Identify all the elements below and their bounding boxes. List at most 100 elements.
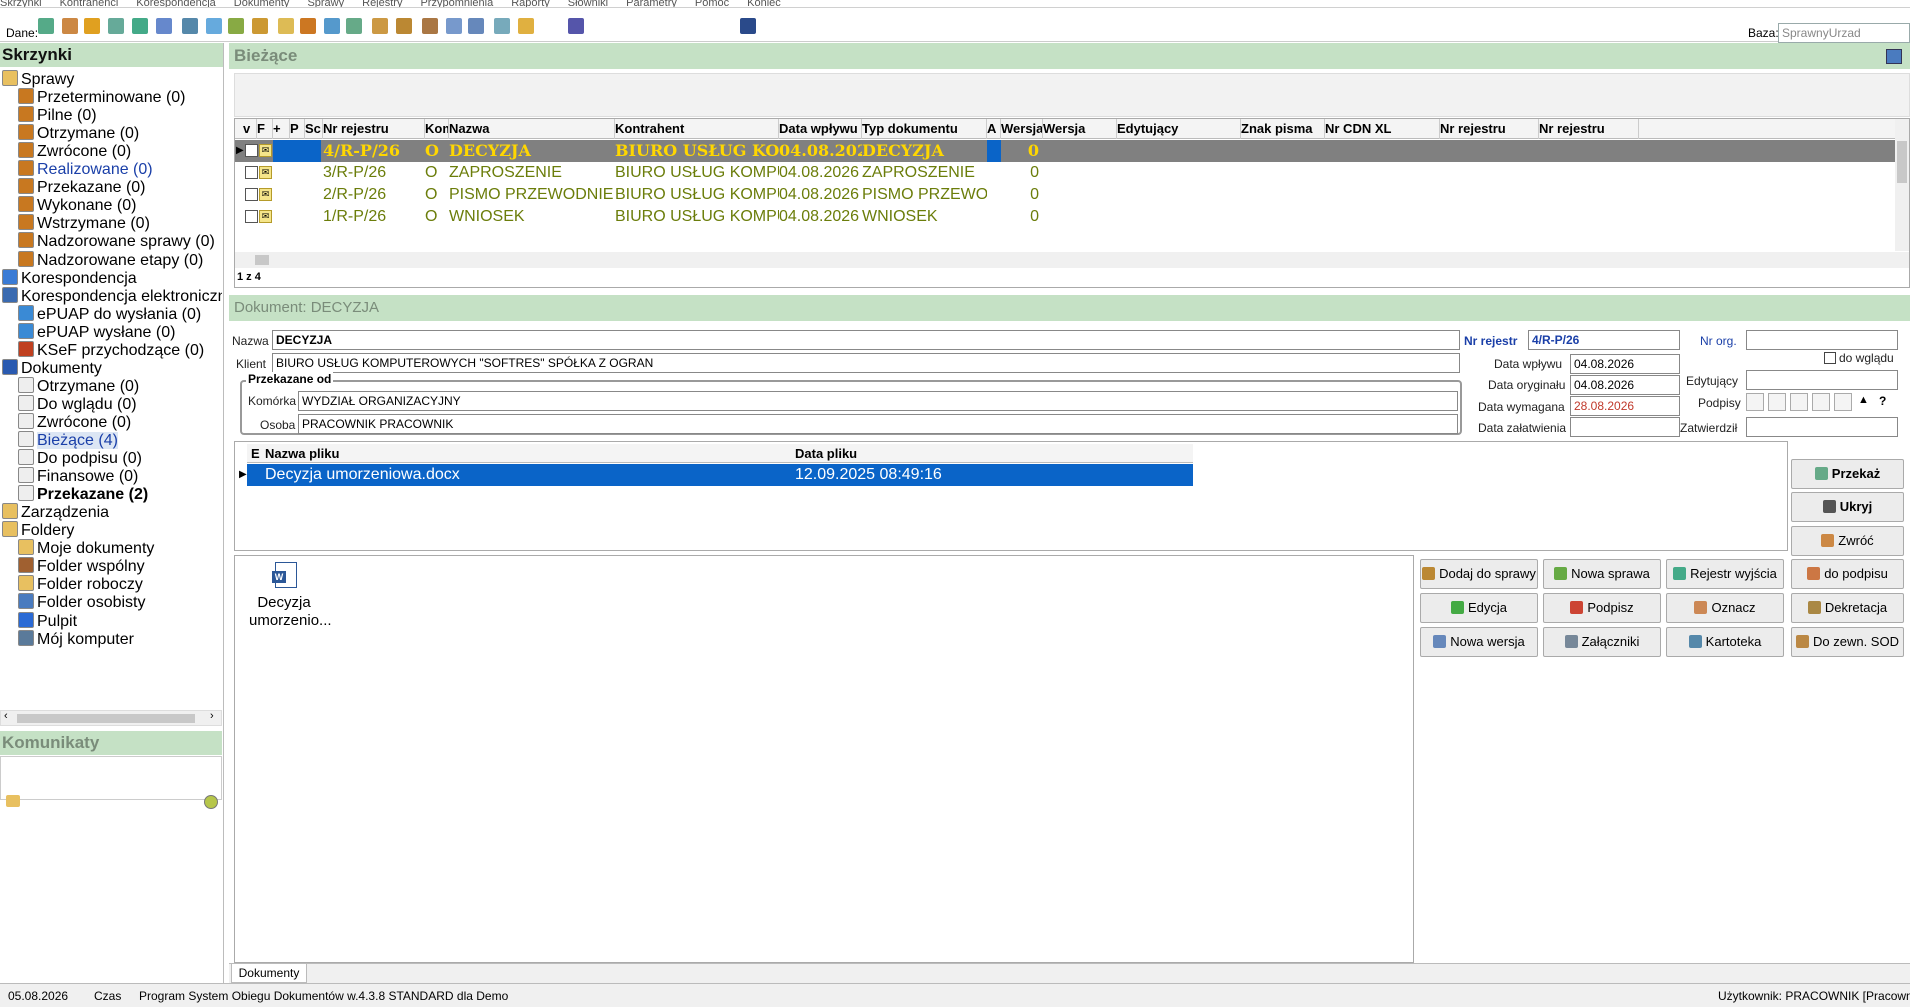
grid-vertical-scrollbar[interactable] [1895,119,1909,251]
grid-column-header[interactable]: Data wpływu [779,119,862,139]
toolbar-button-icon[interactable] [422,18,438,34]
menu-item[interactable]: Parametry [626,0,677,7]
nowa-wersja-button[interactable]: Nowa wersja [1420,627,1538,657]
tree-horizontal-scrollbar[interactable]: ‹ › [0,710,222,726]
tree-item[interactable]: Mój komputer [18,629,134,651]
grid-column-header[interactable]: Nr rejestru [1440,119,1539,139]
scroll-left-icon[interactable]: ‹ [4,710,8,722]
zalaczniki-button[interactable]: Załączniki [1543,627,1661,657]
word-document-icon[interactable]: W [272,562,297,588]
menu-item[interactable]: Korespondencja [136,0,216,7]
osoba-field[interactable]: PRACOWNIK PRACOWNIK [298,414,1458,434]
menu-item[interactable]: Słowniki [568,0,608,7]
ukryj-button[interactable]: Ukryj [1791,492,1904,522]
toolbar-button-icon[interactable] [132,18,148,34]
toolbar-button-icon[interactable] [182,18,198,34]
grid-column-header[interactable]: Edytujący [1117,119,1241,139]
grid-column-header[interactable]: Nr CDN XL [1325,119,1440,139]
row-checkbox[interactable] [245,210,258,223]
edycja-button[interactable]: Edycja [1420,593,1538,623]
toolbar-button-icon[interactable] [38,18,54,34]
toolbar-button-icon[interactable] [518,18,534,34]
toolbar-button-icon[interactable] [206,18,222,34]
grid-column-header[interactable]: Typ dokumentu [862,119,987,139]
row-checkbox[interactable] [245,144,258,157]
menu-item[interactable]: Koniec [747,0,781,7]
grid-column-header[interactable]: F [257,119,273,139]
scroll-thumb[interactable] [255,255,269,265]
podpis-slot-4[interactable] [1812,393,1830,411]
toolbar-button-icon[interactable] [278,18,294,34]
komunikaty-box[interactable] [0,756,222,800]
dodaj-do-sprawy-button[interactable]: Dodaj do sprawy [1420,559,1538,589]
grid-column-header[interactable]: Nr rejestru [323,119,425,139]
podpisz-button[interactable]: Podpisz [1543,593,1661,623]
toolbar-button-icon[interactable] [156,18,172,34]
podpis-slot-3[interactable] [1790,393,1808,411]
grid-horizontal-scrollbar[interactable] [235,252,1909,268]
podpis-slot-5[interactable] [1834,393,1852,411]
komorka-field[interactable]: WYDZIAŁ ORGANIZACYJNY [298,391,1458,411]
grid-column-header[interactable]: Znak pisma [1241,119,1325,139]
nr-rejestr-field[interactable]: 4/R-P/26 [1528,330,1680,350]
grid-column-header[interactable]: Sc [305,119,323,139]
grid-column-header[interactable]: P [290,119,305,139]
menu-item[interactable]: Przypomnienia [420,0,493,7]
podpis-slot-1[interactable] [1746,393,1764,411]
rejestr-wyjscia-button[interactable]: Rejestr wyjścia [1666,559,1784,589]
nowa-sprawa-button[interactable]: Nowa sprawa [1543,559,1661,589]
toolbar-button-icon[interactable] [372,18,388,34]
toolbar-button-icon[interactable] [396,18,412,34]
toolbar-button-icon[interactable] [252,18,268,34]
refresh-icon[interactable] [204,795,218,809]
help-icon[interactable]: ? [1879,394,1886,408]
grid-column-header[interactable]: + [273,119,290,139]
toolbar-button-icon[interactable] [84,18,100,34]
grid-column-header[interactable]: Wersja [1043,119,1117,139]
data-oryginalu-field[interactable]: 04.08.2026 [1570,375,1680,395]
toolbar-button-icon[interactable] [108,18,124,34]
grid-column-header[interactable]: Wersja [1001,119,1043,139]
scroll-thumb[interactable] [1897,141,1907,183]
do-zewn-sod-button[interactable]: Do zewn. SOD [1791,627,1904,657]
zatwierdzil-field[interactable] [1746,417,1898,437]
toolbar-button-icon[interactable] [324,18,340,34]
speaker-icon[interactable] [6,795,20,807]
settings-icon[interactable] [1886,49,1902,64]
table-row[interactable]: ✉ 1/R-P/26 O WNIOSEK BIURO USŁUG KOMPUTEROWY… [235,206,1895,228]
toolbar-button-icon[interactable] [228,18,244,34]
grid-column-header[interactable]: A [987,119,1001,139]
scroll-thumb[interactable] [17,714,195,723]
nazwa-field[interactable]: DECYZJA [272,330,1460,350]
tab-dokumenty[interactable]: Dokumenty [231,964,307,983]
binoculars-icon[interactable] [740,18,756,34]
table-row[interactable]: ✉ 2/R-P/26 O PISMO PRZEWODNIE BIURO USŁUG KO… [235,184,1895,206]
klient-field[interactable]: BIURO USŁUG KOMPUTEROWYCH "SOFTRES" SPÓŁ… [272,353,1460,373]
zwroc-button[interactable]: Zwróć [1791,526,1904,556]
menu-item[interactable]: Kontrahenci [60,0,119,7]
file-thumbnail-label[interactable]: Decyzja umorzenio... [249,594,332,630]
menu-item[interactable]: Raporty [511,0,550,7]
menu-item[interactable]: Rejestry [362,0,402,7]
grid-column-header[interactable]: Nazwa [449,119,615,139]
table-row[interactable]: ✉ 3/R-P/26 O ZAPROSZENIE BIURO USŁUG KOMPUTE… [235,162,1895,184]
przekaz-button[interactable]: Przekaż [1791,459,1904,489]
file-row[interactable]: Decyzja umorzeniowa.docx 12.09.2025 08:4… [247,464,1193,486]
data-wymagana-field[interactable]: 28.08.2026 [1570,396,1680,416]
do-wgladu-checkbox[interactable] [1824,352,1836,364]
kartoteka-button[interactable]: Kartoteka [1666,627,1784,657]
grid-column-header[interactable]: v [243,119,257,139]
data-zalatwienia-field[interactable] [1570,417,1680,437]
menu-item[interactable]: Dokumenty [234,0,290,7]
table-row[interactable]: ▶ ✉ 4/R-P/26 O DECYZJA BIURO USŁUG KOMPUTEROW… [235,140,1895,162]
toolbar-button-icon[interactable] [346,18,362,34]
menu-item[interactable]: Sprawy [307,0,344,7]
row-checkbox[interactable] [245,166,258,179]
edytujacy-field[interactable] [1746,370,1898,390]
nr-org-field[interactable] [1746,330,1898,350]
toolbar-button-icon[interactable] [468,18,484,34]
toolbar-button-icon[interactable] [568,18,584,34]
oznacz-button[interactable]: Oznacz [1666,593,1784,623]
data-wplywu-field[interactable]: 04.08.2026 [1570,354,1680,374]
do-podpisu-button[interactable]: do podpisu [1791,559,1904,589]
